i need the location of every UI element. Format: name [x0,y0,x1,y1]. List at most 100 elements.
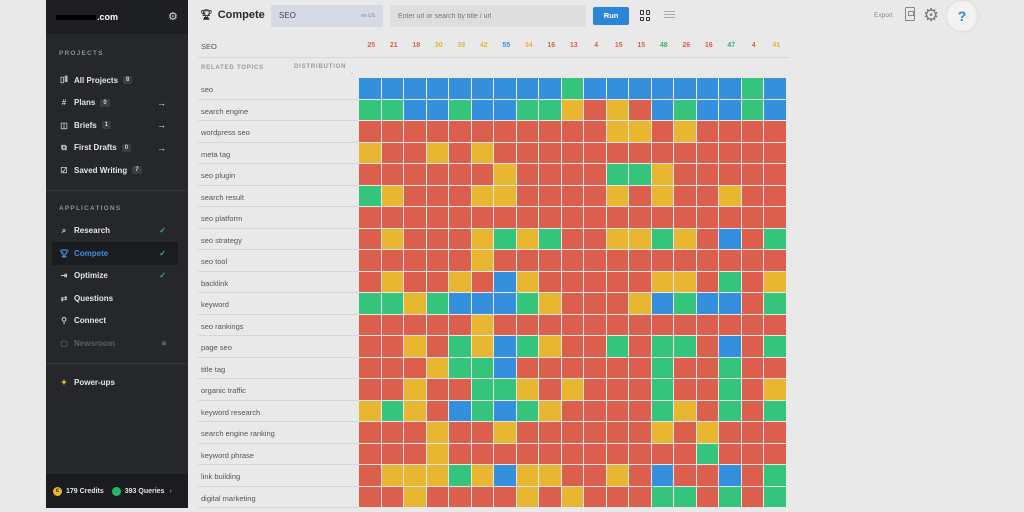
heatmap-cell[interactable] [359,443,381,464]
heatmap-cell[interactable] [719,164,741,185]
sidebar-item-questions[interactable]: ⇄ Questions [46,287,188,310]
settings-gear-icon[interactable]: ⚙ [923,4,939,26]
heatmap-cell[interactable] [696,164,718,185]
heatmap-cell[interactable] [674,142,696,163]
heatmap-cell[interactable] [516,142,538,163]
heatmap-cell[interactable] [381,207,403,228]
heatmap-cell[interactable] [516,228,538,249]
heatmap-cell[interactable] [764,78,786,99]
heatmap-cell[interactable] [696,99,718,120]
heatmap-cell[interactable] [404,121,426,142]
heatmap-cell[interactable] [741,142,763,163]
heatmap-cell[interactable] [426,357,448,378]
heatmap-cell[interactable] [719,293,741,314]
heatmap-cell[interactable] [494,250,516,271]
heatmap-cell[interactable] [741,228,763,249]
heatmap-cell[interactable] [764,465,786,486]
heatmap-cell[interactable] [584,142,606,163]
heatmap-cell[interactable] [561,443,583,464]
heatmap-cell[interactable] [584,271,606,292]
topic-label[interactable]: search engine ranking [198,422,359,444]
heatmap-cell[interactable] [539,99,561,120]
heatmap-cell[interactable] [561,164,583,185]
heatmap-cell[interactable] [494,293,516,314]
heatmap-cell[interactable] [539,185,561,206]
heatmap-cell[interactable] [539,357,561,378]
heatmap-cell[interactable] [674,465,696,486]
heatmap-cell[interactable] [359,336,381,357]
heatmap-cell[interactable] [359,185,381,206]
heatmap-cell[interactable] [404,185,426,206]
topic-label[interactable]: organic traffic [198,379,359,401]
heatmap-cell[interactable] [719,314,741,335]
heatmap-cell[interactable] [629,228,651,249]
heatmap-cell[interactable] [494,357,516,378]
topic-label[interactable]: seo platform [198,207,359,229]
heatmap-cell[interactable] [606,250,628,271]
heatmap-cell[interactable] [449,379,471,400]
heatmap-cell[interactable] [764,250,786,271]
heatmap-cell[interactable] [606,465,628,486]
competitor-score[interactable]: 15 [630,42,653,49]
heatmap-cell[interactable] [561,207,583,228]
heatmap-cell[interactable] [606,293,628,314]
heatmap-cell[interactable] [719,185,741,206]
heatmap-cell[interactable] [516,164,538,185]
competitor-score[interactable]: 26 [675,42,698,49]
heatmap-cell[interactable] [741,443,763,464]
heatmap-cell[interactable] [764,443,786,464]
topic-label[interactable]: search engine [198,100,359,121]
heatmap-cell[interactable] [561,142,583,163]
heatmap-cell[interactable] [381,271,403,292]
heatmap-cell[interactable] [764,422,786,443]
heatmap-cell[interactable] [561,78,583,99]
heatmap-cell[interactable] [741,400,763,421]
heatmap-cell[interactable] [561,400,583,421]
heatmap-cell[interactable] [539,293,561,314]
heatmap-cell[interactable] [359,486,381,507]
heatmap-cell[interactable] [381,78,403,99]
heatmap-cell[interactable] [741,486,763,507]
heatmap-cell[interactable] [561,465,583,486]
competitor-score[interactable]: 39 [450,42,473,49]
sidebar-item-connect[interactable]: ⚲ Connect [46,310,188,333]
heatmap-cell[interactable] [651,314,673,335]
heatmap-cell[interactable] [696,121,718,142]
topic-label[interactable]: title tag [198,358,359,379]
heatmap-cell[interactable] [404,314,426,335]
heatmap-cell[interactable] [494,486,516,507]
heatmap-cell[interactable] [584,121,606,142]
heatmap-cell[interactable] [516,78,538,99]
heatmap-cell[interactable] [426,99,448,120]
heatmap-cell[interactable] [696,336,718,357]
heatmap-cell[interactable] [584,422,606,443]
heatmap-cell[interactable] [516,443,538,464]
competitor-score[interactable]: 21 [383,42,406,49]
heatmap-cell[interactable] [494,78,516,99]
heatmap-cell[interactable] [539,486,561,507]
arrow-right-icon[interactable]: → [157,143,166,153]
heatmap-cell[interactable] [359,357,381,378]
arrow-right-icon[interactable]: → [157,98,166,108]
heatmap-cell[interactable] [651,78,673,99]
heatmap-cell[interactable] [719,336,741,357]
heatmap-cell[interactable] [539,142,561,163]
heatmap-cell[interactable] [696,250,718,271]
heatmap-cell[interactable] [719,400,741,421]
heatmap-cell[interactable] [471,314,493,335]
run-button[interactable]: Run [593,7,629,25]
heatmap-cell[interactable] [764,486,786,507]
gear-icon[interactable]: ⚙ [168,12,178,23]
heatmap-cell[interactable] [404,271,426,292]
competitor-score[interactable]: 13 [563,42,586,49]
heatmap-cell[interactable] [741,250,763,271]
heatmap-cell[interactable] [651,207,673,228]
heatmap-cell[interactable] [539,314,561,335]
heatmap-cell[interactable] [584,164,606,185]
heatmap-cell[interactable] [471,465,493,486]
heatmap-cell[interactable] [561,336,583,357]
heatmap-cell[interactable] [651,250,673,271]
heatmap-cell[interactable] [449,207,471,228]
topic-label[interactable]: wordpress seo [198,121,359,143]
topic-label[interactable]: keyword phrase [198,444,359,465]
